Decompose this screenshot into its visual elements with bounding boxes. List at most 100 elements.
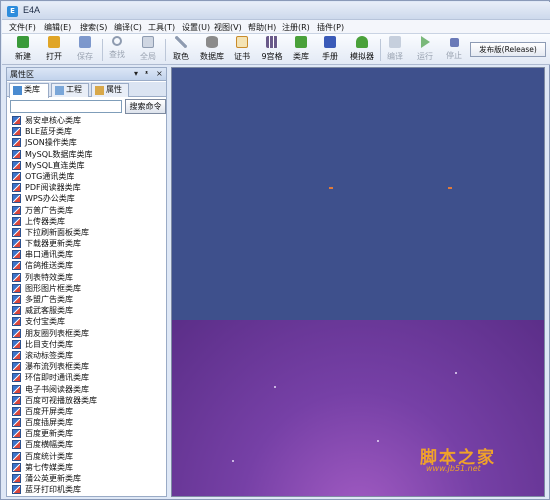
tab-project[interactable]: 工程 <box>51 83 89 97</box>
library-tab-icon <box>13 86 22 95</box>
library-item-icon <box>12 474 21 483</box>
library-list-item[interactable]: 百度横幅类库 <box>7 439 166 450</box>
stop-button[interactable]: 停止 <box>443 36 465 64</box>
library-item-label: OTG通讯类库 <box>25 171 75 181</box>
run-button[interactable]: 运行 <box>414 36 436 64</box>
library-list-item[interactable]: BLE蓝牙类库 <box>7 126 166 137</box>
properties-tab-icon <box>95 86 104 95</box>
library-item-label: 瀑布流列表框类库 <box>25 362 89 372</box>
library-list-item[interactable]: JSON操作类库 <box>7 137 166 148</box>
library-list-item[interactable]: 图形图片框类库 <box>7 283 166 294</box>
global-search-button[interactable]: 全局 <box>137 36 159 64</box>
menu-search[interactable]: 搜索(S) <box>80 22 107 33</box>
library-list-item[interactable]: 百度统计类库 <box>7 451 166 462</box>
search-row: 搜索命令 <box>7 98 166 115</box>
library-item-label: 蓝牙打印机类库 <box>25 485 81 495</box>
panel-title: 属性区 <box>10 70 34 79</box>
close-icon[interactable]: × <box>156 69 163 78</box>
library-list-item[interactable]: 蒲公英更新类库 <box>7 473 166 484</box>
library-list-item[interactable]: PDF阅读器类库 <box>7 182 166 193</box>
library-list-item[interactable]: MySQL数据库类库 <box>7 149 166 160</box>
library-list-item[interactable]: 上传器类库 <box>7 216 166 227</box>
open-folder-icon <box>48 36 60 48</box>
menu-edit[interactable]: 编辑(E) <box>44 22 71 33</box>
panel-menu-icon[interactable]: ▾ <box>134 69 138 78</box>
menu-tools[interactable]: 工具(T) <box>148 22 175 33</box>
library-item-icon <box>12 429 21 439</box>
library-list-item[interactable]: 环信即时通讯类库 <box>7 372 166 383</box>
library-item-label: 百度横幅类库 <box>25 440 73 450</box>
menu-compile[interactable]: 编译(C) <box>114 22 142 33</box>
menu-settings[interactable]: 设置(U) <box>182 22 210 33</box>
design-canvas[interactable]: 脚本之家 www.jb51.net <box>171 67 545 497</box>
library-list-item[interactable]: 串口通讯类库 <box>7 249 166 260</box>
pin-icon[interactable]: ᵜ <box>145 69 148 78</box>
library-item-icon <box>12 283 21 293</box>
library-list-item[interactable]: WPS办公类库 <box>7 193 166 204</box>
library-list-item[interactable]: 多盟广告类库 <box>7 294 166 305</box>
star-decoration <box>232 460 234 462</box>
library-item-icon <box>12 183 21 193</box>
canvas-marker <box>448 187 452 189</box>
search-command-button[interactable]: 搜索命令 <box>125 99 166 114</box>
library-item-label: MySQL数据库类库 <box>25 149 93 159</box>
library-list-item[interactable]: 下拉刷新面板类库 <box>7 227 166 238</box>
database-button[interactable]: 数据库 <box>198 36 226 64</box>
library-list-item[interactable]: 百度插屏类库 <box>7 417 166 428</box>
tab-properties[interactable]: 属性 <box>91 83 129 97</box>
library-item-icon <box>12 239 21 249</box>
menu-register[interactable]: 注册(R) <box>282 22 310 33</box>
nine-grid-button[interactable]: 9宫格 <box>260 36 284 64</box>
canvas-purple-area <box>172 320 544 496</box>
library-button[interactable]: 类库 <box>290 36 312 64</box>
library-item-label: 环信即时通讯类库 <box>25 373 89 383</box>
library-list-item[interactable]: OTG通讯类库 <box>7 171 166 182</box>
panel-tabs: 类库 工程 属性 <box>7 82 166 98</box>
library-list-item[interactable]: 比目支付类库 <box>7 339 166 350</box>
library-list-item[interactable]: 滚动标签类库 <box>7 350 166 361</box>
library-list-item[interactable]: MySQL直连类库 <box>7 160 166 171</box>
color-picker-button[interactable]: 取色 <box>170 36 192 64</box>
library-list-item[interactable]: 百度更新类库 <box>7 428 166 439</box>
library-list-item[interactable]: 朋友圈列表框类库 <box>7 328 166 339</box>
library-list-item[interactable]: 第七传媒类库 <box>7 462 166 473</box>
library-list-item[interactable]: 蓝牙打印机类库 <box>7 484 166 495</box>
emulator-button[interactable]: 模拟器 <box>347 36 377 64</box>
library-list-item[interactable]: 支付宝类库 <box>7 316 166 327</box>
menu-bar: 文件(F) 编辑(E) 搜索(S) 编译(C) 工具(T) 设置(U) 视图(V… <box>2 20 550 34</box>
menu-view[interactable]: 视图(V) <box>214 22 242 33</box>
find-button[interactable]: 查找 <box>106 36 128 64</box>
library-list-item[interactable]: 易安卓核心类库 <box>7 115 166 126</box>
library-item-icon <box>12 328 21 338</box>
build-mode-select[interactable]: 发布版(Release) <box>470 42 546 57</box>
library-item-icon <box>12 350 21 360</box>
menu-plugins[interactable]: 插件(P) <box>317 22 344 33</box>
library-list-item[interactable]: 百度可视播放器类库 <box>7 395 166 406</box>
watermark-url: www.jb51.net <box>426 464 481 473</box>
toolbar: 新建 打开 保存 查找 全局 取色 数据库 证书 9宫格 类库 手册 模拟器 编… <box>2 34 550 65</box>
manual-button[interactable]: 手册 <box>319 36 341 64</box>
library-list-item[interactable]: 信鸽推送类库 <box>7 260 166 271</box>
certificate-button[interactable]: 证书 <box>231 36 253 64</box>
tab-library[interactable]: 类库 <box>9 83 49 98</box>
library-list-item[interactable]: 下载器更新类库 <box>7 238 166 249</box>
project-tab-icon <box>55 86 64 95</box>
library-list-item[interactable]: 电子书阅读器类库 <box>7 384 166 395</box>
save-button[interactable]: 保存 <box>74 36 96 64</box>
library-list-item[interactable]: 百度开屏类库 <box>7 406 166 417</box>
library-list-item[interactable]: 瀑布流列表框类库 <box>7 361 166 372</box>
library-list-item[interactable]: 威武客服类库 <box>7 305 166 316</box>
library-item-icon <box>12 451 21 461</box>
new-button[interactable]: 新建 <box>12 36 34 64</box>
open-button[interactable]: 打开 <box>43 36 65 64</box>
menu-help[interactable]: 帮助(H) <box>248 22 276 33</box>
library-list-item[interactable]: 列表特效类库 <box>7 272 166 283</box>
toolbar-separator <box>102 39 103 61</box>
menu-file[interactable]: 文件(F) <box>9 22 36 33</box>
compile-button[interactable]: 编译 <box>384 36 406 64</box>
certificate-icon <box>236 36 248 48</box>
library-list-item[interactable]: 万普广告类库 <box>7 205 166 216</box>
search-input[interactable] <box>10 100 122 113</box>
emulator-icon <box>356 36 368 48</box>
library-item-icon <box>12 216 21 226</box>
